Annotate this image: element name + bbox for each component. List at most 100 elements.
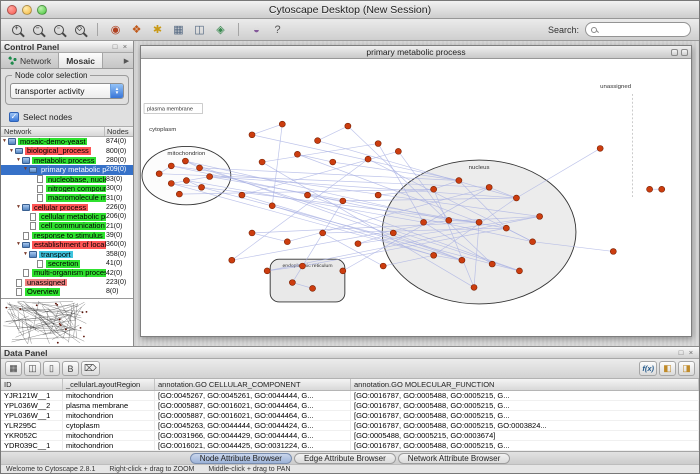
tree-row-nucleobase-nucleoside-nucleotide[interactable]: nucleobase, nucleoside, nucleotide and n… [1, 175, 133, 184]
delete-attributes-icon[interactable]: ▯ [43, 361, 60, 376]
table-cell[interactable]: YPL036W__2 [1, 401, 63, 410]
network-node[interactable] [315, 138, 321, 144]
network-node[interactable] [182, 158, 188, 164]
table-row[interactable]: YPL036W__2plasma membrane[GO:0005887, GO… [1, 401, 699, 411]
network-node[interactable] [610, 249, 616, 255]
rename-attribute-icon[interactable]: B [62, 361, 79, 376]
network-node[interactable] [380, 263, 386, 269]
import-attributes-from-file-icon[interactable]: ◧ [659, 361, 676, 376]
table-cell[interactable]: [GO:0005887, GO:0016021, GO:0044464, G..… [155, 411, 351, 420]
network-node[interactable] [516, 268, 522, 274]
tree-row-primary-metabolic-process[interactable]: ▼primary metabolic process209(0) [1, 165, 133, 174]
network-node[interactable] [355, 241, 361, 247]
hide-selected-icon[interactable]: ◉ [106, 21, 125, 38]
network-node[interactable] [476, 219, 482, 225]
network-edge[interactable] [242, 151, 398, 195]
table-row[interactable]: YDR039C__1mitochondrion[GO:0016021, GO:0… [1, 441, 699, 451]
column-header-annotation-go-molecular-function[interactable]: annotation.GO MOLECULAR_FUNCTION [351, 379, 699, 390]
select-nodes-checkbox[interactable]: ✓ [9, 112, 19, 122]
table-cell[interactable]: mitochondrion [63, 391, 155, 400]
tree-expander-icon[interactable]: ▼ [15, 242, 22, 247]
network-node[interactable] [310, 285, 316, 291]
network-node[interactable] [486, 184, 492, 190]
network-node[interactable] [320, 230, 326, 236]
table-cell[interactable]: YDR039C__1 [1, 441, 63, 450]
network-node[interactable] [330, 159, 336, 165]
table-row[interactable]: YPL036W__1mitochondrion[GO:0005887, GO:0… [1, 411, 699, 421]
tree-column-network[interactable]: Network [1, 127, 105, 136]
tree-row-establishment-of-localization[interactable]: ▼establishment of localization360(0) [1, 240, 133, 249]
tree-row-unassigned[interactable]: unassigned223(0) [1, 278, 133, 287]
network-node[interactable] [294, 151, 300, 157]
network-edge[interactable] [252, 135, 459, 181]
tree-expander-icon[interactable]: ▼ [15, 205, 22, 210]
import-network-icon[interactable]: ▦ [169, 21, 188, 38]
network-node[interactable] [249, 230, 255, 236]
delete-rows-icon[interactable]: ⌦ [81, 361, 100, 376]
tree-row-mosaic-demo-yeast[interactable]: ▼mosaic-demo-yeast874(0) [1, 137, 133, 146]
table-cell[interactable]: [GO:0005488, GO:0005215, GO:0003674] [351, 431, 699, 440]
tree-row-response-to-stimulus[interactable]: response to stimulus39(0) [1, 231, 133, 240]
table-cell[interactable]: mitochondrion [63, 411, 155, 420]
table-row[interactable]: YKR052Cmitochondrion[GO:0031966, GO:0044… [1, 431, 699, 441]
tab-network-attribute-browser[interactable]: Network Attribute Browser [398, 453, 510, 464]
network-node[interactable] [229, 257, 235, 263]
network-node[interactable] [199, 184, 205, 190]
tree-expander-icon[interactable]: ▼ [22, 252, 29, 257]
table-cell[interactable]: [GO:0016787, GO:0005488, GO:0005215, GO:… [351, 421, 699, 430]
overview-thumbnail[interactable] [1, 298, 133, 346]
float-data-panel-icon[interactable]: □ [676, 348, 686, 358]
close-data-panel-icon[interactable]: × [686, 348, 696, 358]
import-attributes-icon[interactable]: ◫ [190, 21, 209, 38]
network-node[interactable] [304, 192, 310, 198]
network-node[interactable] [513, 195, 519, 201]
network-node[interactable] [503, 225, 509, 231]
table-cell[interactable]: YJR121W__1 [1, 391, 63, 400]
network-node[interactable] [471, 284, 477, 290]
new-network-from-selection-icon[interactable]: ❖ [127, 21, 146, 38]
network-edge[interactable] [252, 233, 287, 242]
tree-expander-icon[interactable]: ▼ [22, 167, 29, 172]
network-node[interactable] [446, 217, 452, 223]
tree-row-overview[interactable]: Overview8(0) [1, 287, 133, 296]
network-node[interactable] [340, 268, 346, 274]
table-row[interactable]: YJR121W__1mitochondrion[GO:0045267, GO:0… [1, 391, 699, 401]
column-header-cellularlayoutregion[interactable]: _cellularLayoutRegion [63, 379, 155, 390]
zoom-to-fit-icon[interactable]: ◇ [70, 21, 89, 38]
network-node[interactable] [375, 192, 381, 198]
tree-row-nitrogen-compound-metabolic-proc[interactable]: nitrogen compound metabolic process30(0) [1, 184, 133, 193]
tab-node-attribute-browser[interactable]: Node Attribute Browser [190, 453, 292, 464]
network-node[interactable] [647, 186, 653, 192]
tree-row-cellular-process[interactable]: ▼cellular process226(0) [1, 203, 133, 212]
tree-row-metabolic-process[interactable]: ▼metabolic process280(0) [1, 156, 133, 165]
zoom-selected-region-icon[interactable]: ▫ [49, 21, 68, 38]
network-node[interactable] [168, 180, 174, 186]
network-node[interactable] [375, 141, 381, 147]
tree-row-macromolecule-metabolic-process[interactable]: macromolecule metabolic process31(0) [1, 193, 133, 202]
tree-row-biological-process[interactable]: ▼biological_process800(0) [1, 146, 133, 155]
table-cell[interactable]: [GO:0045263, GO:0044444, GO:0044424, G..… [155, 421, 351, 430]
view-maximize-icon[interactable] [681, 49, 688, 56]
network-edge[interactable] [252, 124, 282, 135]
network-node[interactable] [659, 186, 665, 192]
network-node[interactable] [249, 132, 255, 138]
table-cell[interactable]: mitochondrion [63, 431, 155, 440]
select-attributes-icon[interactable]: ▦ [5, 361, 22, 376]
tree-row-cell-communication[interactable]: cell communication21(0) [1, 222, 133, 231]
tree-expander-icon[interactable]: ▼ [1, 139, 8, 144]
view-minimize-icon[interactable] [671, 49, 678, 56]
network-node[interactable] [431, 186, 437, 192]
network-node[interactable] [530, 239, 536, 245]
tab-network[interactable]: Network [1, 53, 59, 68]
minimize-window-icon[interactable] [22, 5, 32, 15]
column-header-annotation-go-cellular-component[interactable]: annotation.GO CELLULAR_COMPONENT [155, 379, 351, 390]
table-cell[interactable]: YKR052C [1, 431, 63, 440]
network-node[interactable] [207, 174, 213, 180]
network-node[interactable] [269, 203, 275, 209]
network-node[interactable] [459, 257, 465, 263]
network-view-titlebar[interactable]: primary metabolic process [141, 46, 691, 59]
network-canvas[interactable]: plasma membranecytoplasmmitochondrionnuc… [141, 59, 691, 336]
network-node[interactable] [264, 268, 270, 274]
tree-column-nodes[interactable]: Nodes [105, 127, 133, 136]
table-cell[interactable]: [GO:0016021, GO:0044425, GO:0031224, G..… [155, 441, 351, 450]
